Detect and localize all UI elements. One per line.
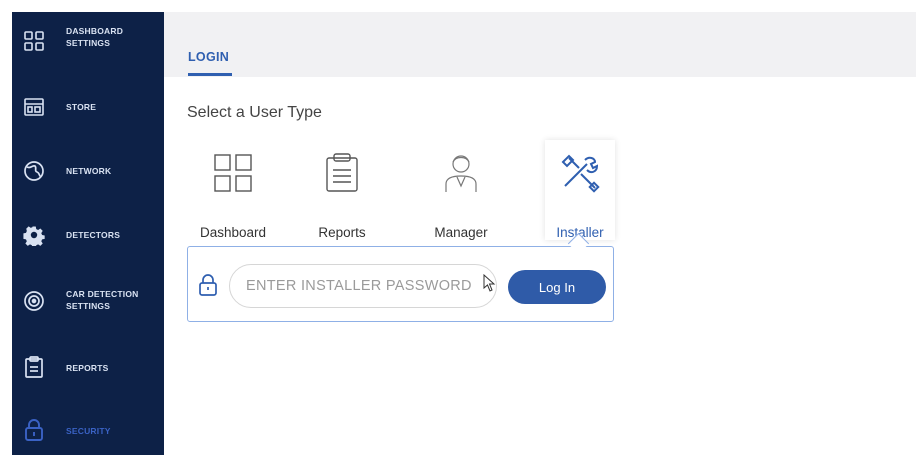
radar-icon (23, 290, 45, 312)
clipboard-icon (321, 152, 363, 194)
sidebar-label-line1: CAR DETECTION (66, 289, 139, 299)
store-icon (23, 96, 45, 118)
sidebar-item-detectors[interactable]: DETECTORS (12, 204, 164, 264)
dashboard-grid-icon (23, 30, 45, 52)
sidebar-item-label: STORE (66, 102, 97, 112)
sidebar-item-label: DETECTORS (66, 230, 121, 240)
sidebar-item-network[interactable]: NETWORK (12, 140, 164, 200)
tab-underline (188, 73, 232, 76)
sidebar: DASHBOARD SETTINGS STORE NETWORK DETECTO… (12, 12, 164, 455)
sidebar-item-security[interactable]: SECURITY (12, 400, 164, 460)
user-type-label: Reports (318, 225, 366, 240)
lock-icon (198, 274, 218, 296)
lock-icon (23, 419, 45, 441)
gear-icon (23, 224, 45, 246)
sidebar-item-label: CAR DETECTION SETTINGS (66, 288, 139, 312)
login-button[interactable]: Log In (508, 270, 606, 304)
user-type-manager[interactable]: Manager (426, 140, 496, 240)
sidebar-item-dashboard-settings[interactable]: DASHBOARD SETTINGS (12, 12, 164, 72)
sidebar-label-line1: DASHBOARD (66, 26, 124, 36)
user-type-dashboard[interactable]: Dashboard (198, 140, 268, 240)
top-bar: LOGIN (164, 12, 916, 77)
sidebar-item-label: REPORTS (66, 363, 109, 373)
user-type-installer[interactable]: Installer (545, 140, 615, 240)
sidebar-item-label: SECURITY (66, 426, 111, 436)
page-heading: Select a User Type (187, 104, 322, 121)
sidebar-item-label: NETWORK (66, 166, 112, 176)
user-type-label: Manager (434, 225, 488, 240)
tools-icon (559, 152, 601, 194)
sidebar-label-line2: SETTINGS (66, 38, 111, 48)
globe-icon (23, 160, 45, 182)
installer-password-input[interactable] (229, 264, 497, 308)
tab-login[interactable]: LOGIN (188, 50, 229, 64)
user-type-reports[interactable]: Reports (307, 140, 377, 240)
user-type-label: Dashboard (199, 225, 267, 240)
manager-icon (440, 152, 482, 194)
dashboard-grid-icon (212, 152, 254, 194)
sidebar-label-line2: SETTINGS (66, 301, 111, 311)
sidebar-item-reports[interactable]: REPORTS (12, 334, 164, 394)
sidebar-item-car-detection-settings[interactable]: CAR DETECTION SETTINGS (12, 268, 164, 328)
sidebar-item-label: DASHBOARD SETTINGS (66, 25, 123, 49)
clipboard-icon (23, 356, 45, 378)
mouse-cursor-icon (483, 273, 497, 292)
sidebar-item-store[interactable]: STORE (12, 76, 164, 136)
